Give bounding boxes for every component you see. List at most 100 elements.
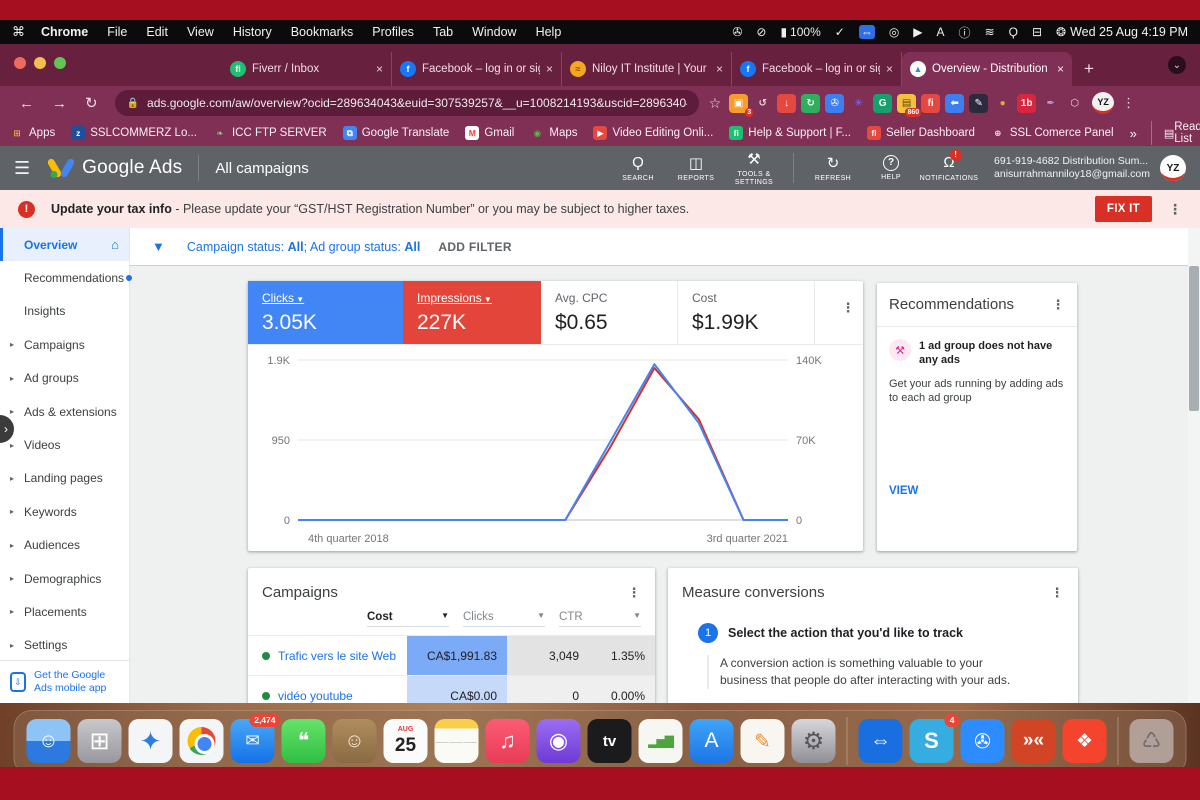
menu-item-window[interactable]: Window xyxy=(472,25,516,39)
sidebar-item-insights[interactable]: Insights xyxy=(0,295,129,328)
header-nav-reports[interactable]: ◫ REPORTS xyxy=(667,154,725,183)
recommendations-menu-icon[interactable]: ⋮ xyxy=(1051,298,1065,311)
account-info[interactable]: 691-919-4682 Distribution Sum... anisurr… xyxy=(994,155,1150,181)
tab-4[interactable]: f Facebook – log in or sign up × xyxy=(732,52,902,86)
dock-calendar-icon[interactable]: AUG 25 xyxy=(383,719,428,763)
info-circle-icon[interactable]: ⓘ xyxy=(959,24,971,41)
bookmarks-overflow-icon[interactable]: » xyxy=(1130,126,1137,141)
tab-2[interactable]: f Facebook – log in or sign up × xyxy=(392,52,562,86)
sidebar-item-landing-pages[interactable]: ▸ Landing pages xyxy=(0,462,129,495)
menu-item-help[interactable]: Help xyxy=(536,25,562,39)
dock-mail-icon[interactable]: ✉ 2,474 xyxy=(230,714,281,771)
dock-messages-icon[interactable]: ❝ xyxy=(281,719,326,763)
dock-podcasts-icon[interactable]: ◉ xyxy=(536,719,581,763)
ext-puzzle-icon[interactable]: ⬡ xyxy=(1065,94,1084,113)
wifi-icon[interactable]: ≋ xyxy=(985,25,995,39)
metric-card-avg-cpc[interactable]: Avg. CPC $0.65 xyxy=(541,281,678,344)
siri-icon[interactable]: ❂ xyxy=(1056,25,1066,39)
dock-sysprefs-icon[interactable]: ⚙ xyxy=(791,719,836,763)
spotlight-icon[interactable]: Ϙ xyxy=(1009,25,1018,39)
campaigns-menu-icon[interactable]: ⋮ xyxy=(627,586,641,599)
tab-5[interactable]: ▲ Overview - Distribution Summ × xyxy=(902,52,1072,86)
menu-item-file[interactable]: File xyxy=(107,25,127,39)
sidebar-item-demographics[interactable]: ▸ Demographics xyxy=(0,562,129,595)
browser-profile-avatar[interactable]: YZ xyxy=(1092,92,1115,114)
bookmark-help-support-f-[interactable]: fi Help & Support | F... xyxy=(729,126,851,140)
reading-list-button[interactable]: ▤ Reading List xyxy=(1150,121,1200,145)
creative-cloud-icon[interactable]: ◎ xyxy=(889,25,899,39)
back-icon[interactable]: ← xyxy=(19,95,34,112)
screen-mirroring-icon[interactable]: ✇ xyxy=(732,25,742,39)
menu-item-bookmarks[interactable]: Bookmarks xyxy=(291,25,354,39)
ext-1b-icon[interactable]: 1b xyxy=(1017,93,1037,113)
ext-snowflake-icon[interactable]: ✳ xyxy=(849,94,868,113)
ext-loop-icon[interactable]: ↺ xyxy=(753,94,772,113)
ext-rank-checker-icon[interactable]: ▤ 860 xyxy=(897,93,922,117)
banner-menu-icon[interactable]: ⋮ xyxy=(1168,202,1182,216)
sidebar-mobile-app-link[interactable]: ⇩ Get the Google Ads mobile app xyxy=(0,660,129,703)
zoom-window-button[interactable] xyxy=(54,57,66,69)
sidebar-item-keywords[interactable]: ▸ Keywords xyxy=(0,495,129,528)
battery-icon[interactable]: ▮ 100% xyxy=(780,25,820,39)
dock-numbers-icon[interactable]: ▂▅▇ xyxy=(638,719,683,763)
metric-card-cost[interactable]: Cost $1.99K xyxy=(678,281,815,344)
menu-item-chrome[interactable]: Chrome xyxy=(41,25,88,39)
chart-card-menu-icon[interactable]: ⋮ xyxy=(841,301,855,314)
close-window-button[interactable] xyxy=(14,57,26,69)
dock-chrome-icon[interactable] xyxy=(179,719,224,771)
hamburger-menu-icon[interactable]: ☰ xyxy=(14,158,30,179)
metric-card-clicks[interactable]: Clicks ▼ 3.05K xyxy=(248,281,403,344)
dock-music-icon[interactable]: ♫ xyxy=(485,719,530,763)
metric-card-impressions[interactable]: Impressions ▼ 227K xyxy=(403,281,541,344)
campaign-name-link[interactable]: Trafic vers le site Web xyxy=(248,636,407,675)
ext-back-arrow-icon[interactable]: ⬅ xyxy=(945,93,965,113)
dock-pages-icon[interactable]: ✎ xyxy=(740,719,785,763)
input-source-icon[interactable]: A xyxy=(937,25,945,39)
ext-feather-icon[interactable]: ✒ xyxy=(1041,94,1060,113)
bookmark-maps[interactable]: ◉ Maps xyxy=(530,126,578,140)
dock-appstore-icon[interactable]: A xyxy=(689,719,734,763)
bookmark-apps[interactable]: ⊞ Apps xyxy=(10,126,55,140)
header-nav-help[interactable]: ? HELP xyxy=(862,154,920,182)
tab-close-icon[interactable]: × xyxy=(546,62,553,76)
tab-3[interactable]: ≈ Niloy IT Institute | Your better f × xyxy=(562,52,732,86)
sidebar-item-campaigns[interactable]: ▸ Campaigns xyxy=(0,328,129,361)
tab-close-icon[interactable]: × xyxy=(376,62,383,76)
lock-icon[interactable]: 🔒 xyxy=(127,98,139,109)
menu-item-view[interactable]: View xyxy=(187,25,214,39)
dock-zoom-icon[interactable]: ✇ xyxy=(960,719,1005,771)
ext-grammarly-icon[interactable]: G xyxy=(873,93,893,113)
sidebar-item-settings[interactable]: ▸ Settings xyxy=(0,629,129,662)
camera-blocked-icon[interactable]: ⊘ xyxy=(756,25,766,39)
sidebar-item-placements[interactable]: ▸ Placements xyxy=(0,595,129,628)
bookmark-seller-dashboard[interactable]: fi Seller Dashboard xyxy=(866,126,975,140)
dock-skype-icon[interactable]: S4 xyxy=(909,714,960,771)
dock-launchpad-icon[interactable]: ⊞ xyxy=(77,719,122,763)
url-text[interactable]: ads.google.com/aw/overview?ocid=28963404… xyxy=(147,96,687,110)
account-avatar[interactable]: YZ xyxy=(1160,155,1186,181)
performance-line-chart[interactable]: 1.9K 140K 950 70K 0 0 4th quarter 2018 3rd quar… xyxy=(248,345,863,549)
conversions-menu-icon[interactable]: ⋮ xyxy=(1050,586,1064,599)
dock-appletv-icon[interactable]: tv xyxy=(587,719,632,763)
dock-finder-icon[interactable]: ☺ xyxy=(26,719,71,771)
fix-it-button[interactable]: FIX IT xyxy=(1094,196,1152,222)
dock-teamviewer-icon[interactable]: ⇔ xyxy=(858,719,903,771)
sort-dropdown-clicks[interactable]: Clicks ▼ xyxy=(463,611,545,627)
ext-cookie-icon[interactable]: ● xyxy=(993,94,1012,113)
sort-dropdown-cost[interactable]: Cost ▼ xyxy=(367,611,449,627)
add-filter-button[interactable]: ADD FILTER xyxy=(438,240,511,254)
forward-icon[interactable]: → xyxy=(52,95,67,112)
filter-funnel-icon[interactable]: ▼ xyxy=(152,239,165,254)
header-nav-refresh[interactable]: ↻ REFRESH xyxy=(804,154,862,183)
menu-item-tab[interactable]: Tab xyxy=(433,25,453,39)
apple-menu-icon[interactable]: ⌘ xyxy=(12,24,25,40)
tab-search-icon[interactable]: ⌄ xyxy=(1168,56,1186,74)
new-tab-button[interactable]: + xyxy=(1084,59,1094,79)
dock-anydesk-icon[interactable]: ❖ xyxy=(1062,719,1107,771)
filter-status-text[interactable]: Campaign status: All; Ad group status: A… xyxy=(187,240,420,254)
menu-item-profiles[interactable]: Profiles xyxy=(372,25,414,39)
sidebar-item-overview[interactable]: Overview ⌂ xyxy=(0,228,129,262)
ext-refresher-icon[interactable]: ↻ xyxy=(801,93,821,113)
bookmark-google-translate[interactable]: ⧉ Google Translate xyxy=(342,126,449,140)
dock-contacts-icon[interactable]: ☺ xyxy=(332,719,377,763)
